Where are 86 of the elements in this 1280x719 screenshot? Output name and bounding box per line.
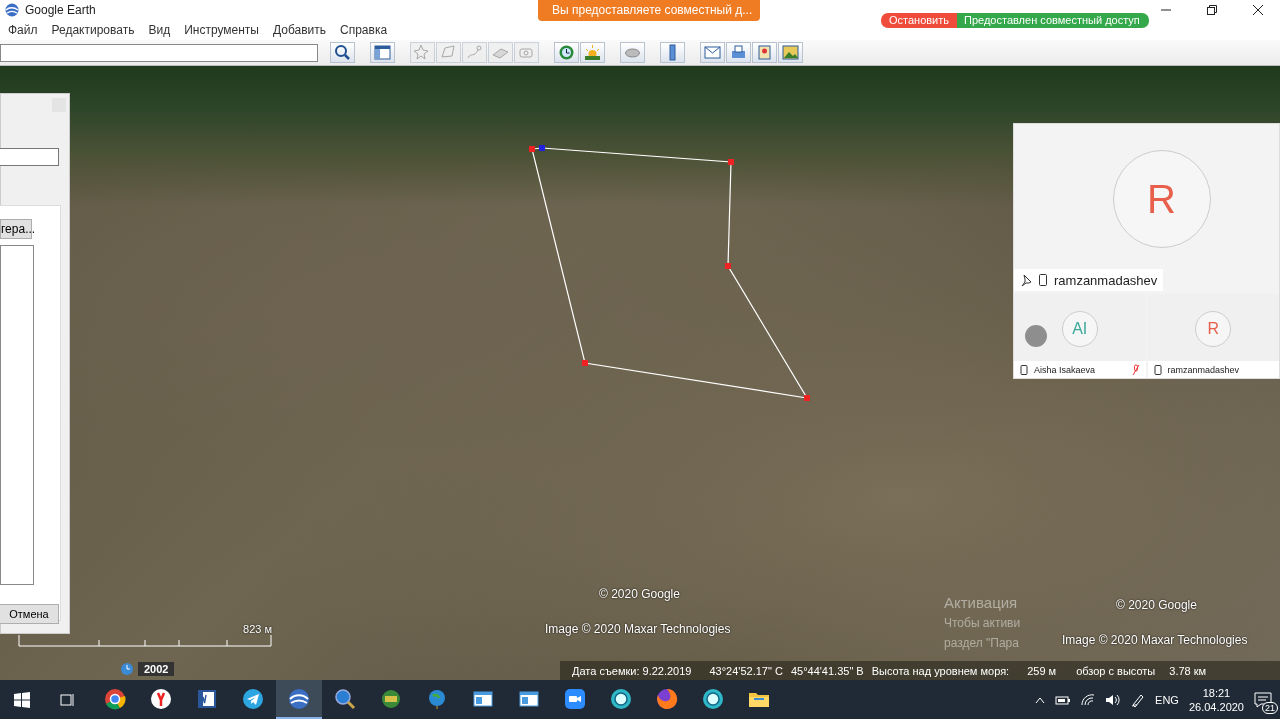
menu-item[interactable]: Добавить — [265, 23, 333, 37]
menu-item[interactable]: Файл — [1, 23, 45, 37]
watermark-text: раздел "Пара — [944, 636, 1019, 650]
menu-item[interactable]: Вид — [141, 23, 178, 37]
pen-icon[interactable] — [1131, 692, 1146, 707]
sharing-status: Предоставлен совместный доступ — [957, 13, 1149, 28]
taskbar-app-button[interactable] — [276, 680, 322, 719]
imagery-date: Дата съемки: 9.22.2019 — [572, 665, 692, 677]
email-button[interactable] — [700, 42, 725, 63]
menu-item[interactable]: Инструменты — [177, 23, 266, 37]
globe-icon — [426, 687, 448, 710]
globe-icon — [380, 687, 402, 710]
browse-button[interactable]: гера... — [0, 219, 32, 239]
window-title: Google Earth — [25, 3, 96, 17]
longitude: 45°44'41.35" В — [790, 665, 864, 677]
participant-name: ramzanmadashev — [1167, 364, 1240, 375]
text-field[interactable] — [0, 148, 59, 166]
search-icon — [333, 43, 352, 62]
copyright-text: © 2020 Google — [1116, 598, 1197, 612]
cancel-button[interactable]: Отмена — [0, 604, 59, 624]
fox-globe-icon — [656, 687, 678, 710]
eye-altitude-label: обзор с высоты — [1076, 665, 1156, 677]
participant-name: ramzanmadashev — [1054, 272, 1158, 288]
elevation-label: Высота над уровнем моря: — [871, 665, 1010, 677]
magnifier-globe-icon — [334, 687, 356, 710]
planet-button[interactable] — [620, 42, 645, 63]
speaker-icon[interactable] — [1105, 693, 1122, 706]
app-logo-icon — [5, 3, 19, 17]
phone-icon — [1038, 274, 1048, 286]
watermark-text: Активация — [944, 594, 1018, 611]
copyright-text: Image © 2020 Maxar Technologies — [545, 622, 731, 636]
map-pin-icon — [755, 43, 774, 62]
maps-button[interactable] — [752, 42, 777, 63]
picture-icon — [781, 43, 800, 62]
globe-icon — [288, 687, 310, 710]
clock-time[interactable]: 18:21 — [1202, 685, 1231, 700]
menu-item[interactable]: Справка — [333, 23, 395, 37]
windows-start-icon[interactable] — [14, 691, 30, 708]
close-icon[interactable] — [1252, 4, 1264, 16]
scale-label: 823 м — [243, 623, 272, 635]
sun-button[interactable] — [580, 42, 605, 63]
status-dot — [1025, 325, 1047, 347]
battery-icon[interactable] — [1055, 693, 1072, 706]
notification-count: 21 — [1262, 701, 1278, 714]
list-box[interactable] — [0, 245, 34, 585]
envelope-icon — [703, 43, 722, 62]
sphere-icon — [610, 687, 632, 710]
phone-icon — [1153, 364, 1162, 375]
print-button[interactable] — [726, 42, 751, 63]
phone-icon — [1020, 364, 1028, 375]
year-label[interactable]: 2002 — [138, 662, 175, 676]
image-button[interactable] — [778, 42, 803, 63]
avatar: AI — [1061, 311, 1098, 347]
clock-icon[interactable] — [120, 662, 134, 676]
sphere-icon — [702, 687, 724, 710]
menu-item[interactable]: Редактировать — [44, 23, 142, 37]
elevation-value: 259 м — [1027, 665, 1057, 677]
task-view-icon[interactable] — [60, 691, 76, 708]
avatar: R — [1112, 150, 1211, 248]
chevron-up-icon[interactable] — [1035, 695, 1046, 704]
avatar: R — [1195, 311, 1232, 347]
clock-icon — [557, 43, 576, 62]
browser-icon — [104, 687, 126, 710]
document-icon — [196, 687, 218, 710]
browser-icon — [150, 687, 172, 710]
sunrise-icon — [583, 43, 602, 62]
clock-date[interactable]: 26.04.2020 — [1188, 699, 1244, 714]
copyright-text: © 2020 Google — [599, 587, 680, 601]
sidebar-icon — [373, 43, 392, 62]
restore-icon[interactable] — [1206, 4, 1218, 16]
language-indicator[interactable]: ENG — [1155, 693, 1179, 706]
satellite-map[interactable] — [0, 66, 1280, 680]
stop-button[interactable]: Остановить — [881, 13, 958, 28]
video-camera-icon — [564, 687, 586, 710]
search-field[interactable] — [0, 43, 318, 62]
search-button[interactable] — [330, 42, 355, 63]
copyright-text: Image © 2020 Maxar Technologies — [1062, 633, 1248, 647]
sidebar-button[interactable] — [370, 42, 395, 63]
history-button[interactable] — [554, 42, 579, 63]
latitude: 43°24'52.17" С — [709, 665, 783, 677]
eye-altitude-value: 3.78 км — [1169, 665, 1207, 677]
wifi-icon[interactable] — [1081, 693, 1096, 706]
watermark-text: Чтобы активи — [944, 616, 1021, 630]
paper-plane-icon — [242, 687, 264, 710]
participant-name: Aisha Isakaeva — [1034, 364, 1096, 375]
ruler-button[interactable] — [660, 42, 685, 63]
